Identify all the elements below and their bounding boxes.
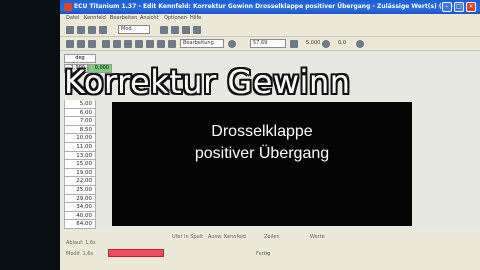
stepper-icon[interactable] (322, 40, 330, 48)
status-area: Ufer in Spalt Ausw. Kennfeld Zeilen Wert… (60, 230, 480, 270)
cut-icon[interactable] (66, 40, 74, 48)
caption-line-2: positiver Übergang (194, 145, 330, 162)
menu-item-bearbeiten[interactable]: Bearbeiten (110, 14, 137, 23)
undo-icon[interactable] (88, 26, 96, 34)
menu-item-ansicht[interactable]: Ansicht (140, 14, 158, 23)
menu-item-hilfe[interactable]: Hilfe (190, 14, 201, 23)
paste-icon[interactable] (88, 40, 96, 48)
axis-label: Ausw. Kennfeld (208, 234, 246, 240)
mode-field[interactable]: Mod. (118, 25, 150, 34)
table-row[interactable]: 6,00 (64, 108, 96, 118)
menu-bar: Datei Kennfeld Bearbeiten Ansicht Option… (60, 14, 480, 23)
menu-item-datei[interactable]: Datei (66, 14, 79, 23)
smooth-icon[interactable] (168, 40, 176, 48)
open-icon[interactable] (66, 26, 74, 34)
multiply-icon[interactable] (124, 40, 132, 48)
info-icon[interactable] (228, 40, 236, 48)
close-button[interactable]: × (466, 2, 476, 12)
table-row[interactable]: 64,00 (64, 220, 96, 229)
table-row[interactable]: 22,00 (64, 177, 96, 186)
window-controls: – □ × (442, 2, 476, 12)
table-row[interactable]: 11,00 (64, 142, 96, 152)
table-row[interactable]: 10,00 (64, 134, 96, 143)
set-value-icon[interactable] (146, 40, 154, 48)
value-field-1[interactable]: 57,69 (250, 39, 286, 48)
table-row[interactable]: 15,00 (64, 160, 96, 169)
axis-values: 5,00 6,00 7,00 8,50 10,00 11,00 13,00 15… (64, 100, 96, 229)
app-icon (64, 3, 72, 11)
table-row[interactable]: 25,00 (64, 185, 96, 195)
table-row[interactable]: 13,00 (64, 151, 96, 161)
window-title: ECU Titanium 1.37 - Edit Kennfeld: Korre… (74, 3, 453, 10)
percent-icon[interactable] (135, 40, 143, 48)
table-row[interactable]: 29,00 (64, 194, 96, 204)
progress-bar (108, 249, 164, 257)
plus-icon[interactable] (102, 40, 110, 48)
toolbar-top: Mod. (60, 23, 480, 37)
axis-label: Werte (310, 234, 325, 240)
toolbar-edit: Bearbeitung 57,69 5.000 0,0 (60, 37, 480, 51)
print-icon[interactable] (193, 26, 201, 34)
status-message: Fertig (256, 251, 271, 257)
table-row[interactable]: 19,00 (64, 168, 96, 178)
table-row[interactable]: 34,00 (64, 203, 96, 212)
save-icon[interactable] (77, 26, 85, 34)
help-icon[interactable] (356, 40, 364, 48)
value-field-3[interactable]: 0,0 (338, 40, 346, 46)
grid-icon[interactable] (182, 26, 190, 34)
table-row[interactable]: 7,00 (64, 117, 96, 126)
table-icon[interactable] (171, 26, 179, 34)
caption-line-1: Drosselklappe (211, 123, 313, 140)
status-text: Modif. 1,6s (66, 251, 94, 257)
maximize-button[interactable]: □ (454, 2, 464, 12)
menu-item-kennfeld[interactable]: Kennfeld (84, 14, 106, 23)
caption-panel: Drosselklappe positiver Übergang (112, 102, 412, 226)
minus-icon[interactable] (113, 40, 121, 48)
chart-icon[interactable] (160, 26, 168, 34)
confirm-icon[interactable] (290, 40, 298, 48)
axis-label: Zeilen (264, 234, 280, 240)
copy-icon[interactable] (77, 40, 85, 48)
table-row[interactable]: 8,50 (64, 125, 96, 135)
edit-mode-dropdown[interactable]: Bearbeitung (180, 39, 224, 48)
redo-icon[interactable] (99, 26, 107, 34)
title-bar: ECU Titanium 1.37 - Edit Kennfeld: Korre… (60, 0, 480, 14)
video-title-overlay: Korrektur Gewinn (64, 63, 351, 101)
axis-label: Ufer in Spalt (172, 234, 204, 240)
status-text: Ablauf: 1,6s (66, 240, 96, 246)
table-row[interactable]: 40,00 (64, 211, 96, 221)
menu-item-optionen[interactable]: Optionen (164, 14, 187, 23)
minimize-button[interactable]: – (442, 2, 452, 12)
value-field-2[interactable]: 5.000 (306, 40, 320, 46)
interpolate-icon[interactable] (157, 40, 165, 48)
